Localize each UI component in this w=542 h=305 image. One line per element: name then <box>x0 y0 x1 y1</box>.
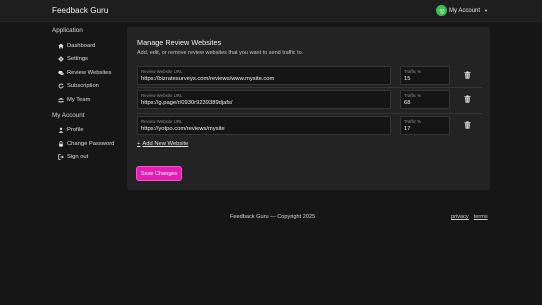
sidebar-item-label: Sign out <box>67 154 89 161</box>
chat-bubbles-icon <box>58 70 64 75</box>
sidebar-item-label: Profile <box>67 127 84 134</box>
terms-link[interactable]: terms <box>474 214 488 220</box>
save-changes-button[interactable]: Save Changes <box>137 167 181 180</box>
trash-icon[interactable] <box>464 71 471 79</box>
website-row: Review Website URL https://bizratesurvey… <box>137 64 480 88</box>
footer-links: privacy terms <box>451 214 488 220</box>
traffic-percent-label: Traffic % <box>404 69 422 74</box>
traffic-percent-value[interactable]: 15 <box>404 76 410 82</box>
sidebar-item-profile[interactable]: Profile <box>52 124 124 138</box>
review-url-value[interactable]: https://g.page/r/0930r9239389djafs/ <box>141 100 233 106</box>
sidebar-item-label: Subscription <box>67 83 99 90</box>
sidebar-heading-application: Application <box>52 27 83 34</box>
footer-copyright: Feedback Guru — Copyright 2025 <box>230 214 316 220</box>
sidebar-item-subscription[interactable]: Subscription <box>52 80 124 94</box>
traffic-percent-input[interactable]: Traffic % 15 <box>400 66 450 85</box>
review-url-label: Review Website URL <box>141 93 183 98</box>
plus-icon: + <box>137 141 141 147</box>
website-row: Review Website URL https://g.page/r/0930… <box>137 88 480 112</box>
trash-icon[interactable] <box>464 121 471 129</box>
add-website-link[interactable]: + Add New Website <box>137 141 188 147</box>
sidebar-item-label: Review Websites <box>67 69 112 76</box>
sidebar-item-my-team[interactable]: My Team <box>52 93 124 107</box>
gear-icon <box>58 56 64 62</box>
lock-icon <box>59 141 63 147</box>
review-url-input[interactable]: Review Website URL https://g.page/r/0930… <box>137 90 391 109</box>
sidebar-item-label: Settings <box>67 56 88 63</box>
page-title: Manage Review Websites <box>137 38 222 47</box>
traffic-percent-input[interactable]: Traffic % 17 <box>400 116 450 135</box>
user-icon <box>58 127 64 133</box>
account-label[interactable]: My Account <box>449 8 480 14</box>
top-navbar: Feedback Guru My Account ▼ <box>0 0 542 22</box>
avatar-icon[interactable] <box>436 5 448 16</box>
review-url-input[interactable]: Review Website URL https://bizratesurvey… <box>137 66 391 85</box>
traffic-percent-input[interactable]: Traffic % 68 <box>400 90 450 109</box>
page-subtitle: Add, edit, or remove review websites tha… <box>137 50 304 56</box>
review-websites-panel: Manage Review Websites Add, edit, or rem… <box>127 27 490 190</box>
privacy-link[interactable]: privacy <box>451 214 469 220</box>
caret-down-icon[interactable]: ▼ <box>484 8 488 13</box>
sidebar-item-settings[interactable]: Settings <box>52 53 124 67</box>
sidebar-heading-my-account: My Account <box>52 111 85 119</box>
review-url-label: Review Website URL <box>141 69 183 74</box>
website-row: Review Website URL https://yotpo.com/rev… <box>137 114 480 138</box>
sidebar-item-sign-out[interactable]: Sign out <box>52 151 124 165</box>
sidebar-item-label: My Team <box>67 96 91 103</box>
traffic-percent-value[interactable]: 68 <box>404 100 410 106</box>
home-icon <box>58 43 64 49</box>
traffic-percent-value[interactable]: 17 <box>404 126 410 132</box>
review-url-label: Review Website URL <box>141 119 183 124</box>
sidebar: Application Dashboard Settings Review We… <box>52 27 124 164</box>
sign-out-icon <box>58 154 64 161</box>
review-url-value[interactable]: https://bizratesurveys.com/reviews/www.m… <box>141 76 274 82</box>
sidebar-item-label: Change Password <box>67 140 115 147</box>
sidebar-item-change-password[interactable]: Change Password <box>52 137 124 151</box>
account-menu[interactable]: My Account ▼ <box>436 5 488 16</box>
trash-icon[interactable] <box>464 95 471 103</box>
sidebar-item-dashboard[interactable]: Dashboard <box>52 39 124 53</box>
refresh-icon <box>58 83 64 89</box>
brand-logo-text[interactable]: Feedback Guru <box>52 6 108 15</box>
review-url-value[interactable]: https://yotpo.com/reviews/mysite <box>141 126 225 132</box>
traffic-percent-label: Traffic % <box>404 93 422 98</box>
sidebar-item-label: Dashboard <box>67 42 96 49</box>
sidebar-item-review-websites[interactable]: Review Websites <box>52 66 124 80</box>
review-url-input[interactable]: Review Website URL https://yotpo.com/rev… <box>137 116 391 135</box>
add-website-label[interactable]: Add New Website <box>142 141 188 147</box>
traffic-percent-label: Traffic % <box>404 119 422 124</box>
team-icon <box>58 97 64 103</box>
